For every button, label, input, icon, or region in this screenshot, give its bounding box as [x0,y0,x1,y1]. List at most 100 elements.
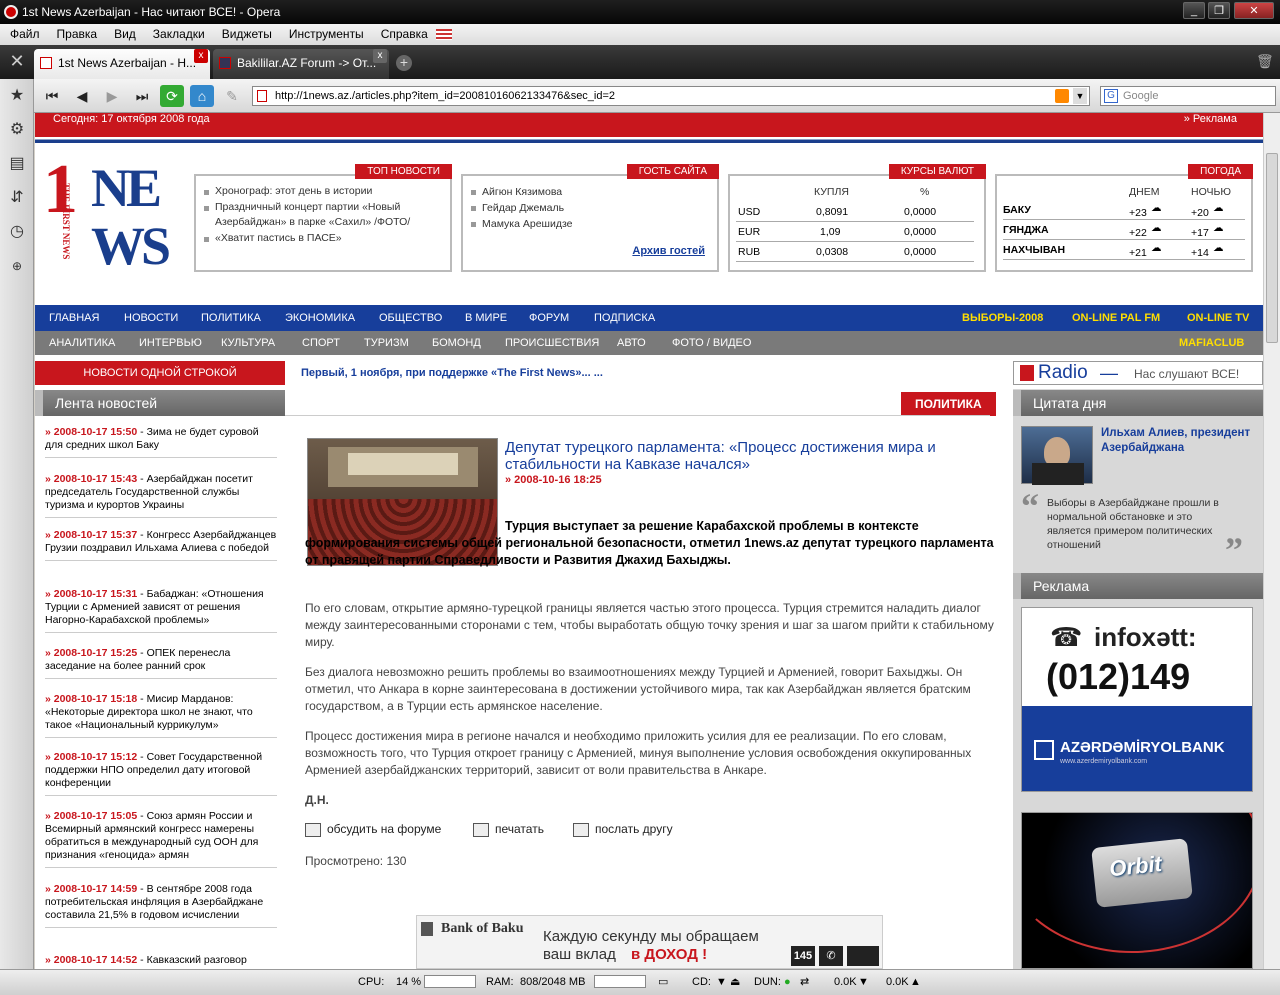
home-icon[interactable]: ⌂ [190,85,214,107]
guest-item[interactable]: Мамука Арешидзе [471,216,573,232]
scrollbar-thumb[interactable] [1266,153,1278,343]
cloud-icon: ☁ [1151,202,1162,214]
minimize-button[interactable]: _ [1183,2,1205,19]
bookmarks-star-icon[interactable]: ★ [6,85,28,107]
eject-icon[interactable]: ⏏ [730,970,740,994]
nav-forum[interactable]: ФОРУМ [529,305,569,331]
nav-politics[interactable]: ПОЛИТИКА [201,305,261,331]
fast-forward-icon[interactable]: ⏭ [130,85,154,107]
cd-dropdown-icon[interactable]: ▼ [716,970,727,994]
weather-night-temp: +17 [1191,227,1209,239]
us-flag-icon[interactable] [436,24,452,45]
maximize-button[interactable]: ❐ [1208,2,1230,19]
nav-online-tv[interactable]: ON-LINE TV [1187,305,1249,331]
menu-edit[interactable]: Правка [47,24,105,45]
tools-menu-icon[interactable]: ✕ [4,51,30,73]
nav-auto[interactable]: АВТО [617,331,646,355]
nav-society[interactable]: ОБЩЕСТВО [379,305,442,331]
nav-photo-video[interactable]: ФОТО / ВИДЕО [672,331,751,355]
tab-bakililar[interactable]: Bakililar.AZ Forum -> От... x [213,49,389,79]
nav-bomond[interactable]: БОМОНД [432,331,481,355]
history-clock-icon[interactable]: ◷ [6,221,28,243]
forward-icon[interactable]: ▶ [100,85,124,107]
radio-slogan: Нас слушают ВСЕ! [1134,367,1240,381]
nav-economy[interactable]: ЭКОНОМИКА [285,305,355,331]
telephone-icon: ☎ [1050,622,1083,652]
trash-icon[interactable]: 🗑 [1256,53,1274,71]
news-feed-item[interactable]: » 2008-10-17 15:25 - ОПЕК перенесла засе… [45,647,277,679]
nav-interview[interactable]: ИНТЕРВЬЮ [139,331,202,355]
add-panel-icon[interactable]: ⊕ [6,255,28,277]
menu-tools[interactable]: Инструменты [279,24,371,45]
news-feed-item[interactable]: » 2008-10-17 15:31 - Бабаджан: «Отношени… [45,588,277,633]
nav-tourism[interactable]: ТУРИЗМ [364,331,409,355]
notes-icon[interactable]: ▤ [6,153,28,175]
news-feed-item[interactable]: » 2008-10-17 14:59 - В сентябре 2008 год… [45,883,277,928]
google-icon[interactable]: G [1104,89,1118,103]
news-feed-item[interactable]: » 2008-10-17 15:50 - Зима не будет суров… [45,426,277,458]
logo-ws[interactable]: WS [91,217,171,275]
gear-icon[interactable]: ⚙ [6,119,28,141]
edit-icon[interactable]: ✎ [220,85,244,107]
nav-incidents[interactable]: ПРОИСШЕСТВИЯ [505,331,599,355]
tab-close-icon[interactable]: x [194,49,208,63]
news-feed-item[interactable]: » 2008-10-17 15:37 - Конгресс Азербайджа… [45,529,277,561]
quote-close-icon: ” [1225,530,1243,570]
news-feed-item[interactable]: » 2008-10-17 15:05 - Союз армян России и… [45,810,277,868]
nav-world[interactable]: В МИРЕ [465,305,507,331]
new-tab-icon[interactable]: + [396,55,412,71]
news-feed-item[interactable]: » 2008-10-17 15:18 - Мисир Марданов: «Не… [45,693,277,738]
address-field[interactable]: http://1news.az./articles.php?item_id=20… [252,86,1090,106]
guest-item[interactable]: Гейдар Джемаль [471,200,573,216]
quote-author[interactable]: Ильхам Алиев, президент Азербайджана [1101,426,1261,456]
news-feed-item[interactable]: » 2008-10-17 15:43 - Азербайджан посетит… [45,473,277,518]
back-icon[interactable]: ◀ [70,85,94,107]
quote-text: Выборы в Азербайджане прошли в нормально… [1047,497,1219,551]
reklama-link[interactable]: » Реклама [1184,113,1237,126]
bank-of-baku-banner[interactable]: Bank of Baku Каждую секунду мы обращаем … [416,915,883,969]
guest-archive-link[interactable]: Архив гостей [632,245,705,257]
logo-ne[interactable]: NE [91,159,162,217]
news-feed-item[interactable]: » 2008-10-17 14:52 - Кавказский разговор [45,954,277,969]
search-input[interactable]: G Google [1100,86,1276,106]
menu-bookmarks[interactable]: Закладки [143,24,212,45]
section-badge[interactable]: ПОЛИТИКА [901,392,996,416]
orbit-ad[interactable]: Orbit [1021,812,1253,969]
one-line-news-text[interactable]: Первый, 1 ноября, при поддержке «The Fir… [301,361,603,385]
menu-view[interactable]: Вид [104,24,143,45]
close-button[interactable]: ✕ [1234,2,1274,19]
url-dropdown-icon[interactable]: ▼ [1073,88,1087,104]
menu-file[interactable]: Файл [0,24,47,45]
menu-widgets[interactable]: Виджеты [212,24,279,45]
nav-subscribe[interactable]: ПОДПИСКА [594,305,655,331]
tab-close-icon[interactable]: x [373,49,387,63]
discuss-forum-link[interactable]: обсудить на форуме [305,822,441,837]
guest-item[interactable]: Айгюн Кязимова [471,184,573,200]
nav-sport[interactable]: СПОРТ [302,331,340,355]
top-news-item[interactable]: Праздничный концерт партии «Новый Азерба… [204,200,440,231]
vertical-scrollbar[interactable] [1263,113,1280,969]
nav-culture[interactable]: КУЛЬТУРА [221,331,275,355]
transfers-icon[interactable]: ⇵ [6,187,28,209]
news-feed-item[interactable]: » 2008-10-17 15:12 - Совет Государственн… [45,751,277,796]
print-link[interactable]: печатать [473,822,544,837]
nav-online-fm[interactable]: ON-LINE PAL FM [1072,305,1160,331]
radio-banner[interactable]: Radio — Нас слушают ВСЕ! [1013,361,1263,385]
nav-analytics[interactable]: АНАЛИТИКА [49,331,115,355]
nav-news[interactable]: НОВОСТИ [124,305,178,331]
tab-1news[interactable]: 1st News Azerbaijan - Н... x [34,49,210,79]
news-date: » 2008-10-17 15:12 [45,751,138,763]
nav-mafiaclub[interactable]: MAFIACLUB [1179,331,1244,355]
send-friend-link[interactable]: послать другу [573,822,673,837]
rewind-icon[interactable]: ⏮ [40,85,64,107]
infoxett-ad[interactable]: ☎ infoxətt: (012)149 AZƏRDƏMİRYOLBANK ww… [1021,607,1253,792]
top-news-item[interactable]: Хронограф: этот день в истории [204,184,440,200]
menu-help[interactable]: Справка [371,24,435,45]
rss-icon[interactable] [1055,89,1069,103]
nav-home[interactable]: ГЛАВНАЯ [49,305,99,331]
nav-elections[interactable]: ВЫБОРЫ-2008 [962,305,1043,331]
reload-icon[interactable]: ⟳ [160,85,184,107]
one-line-news-label[interactable]: НОВОСТИ ОДНОЙ СТРОКОЙ [35,361,285,385]
top-news-item[interactable]: «Хватит пастись в ПАСЕ» [204,231,440,247]
rates-col-buy: КУПЛЯ [814,186,849,198]
